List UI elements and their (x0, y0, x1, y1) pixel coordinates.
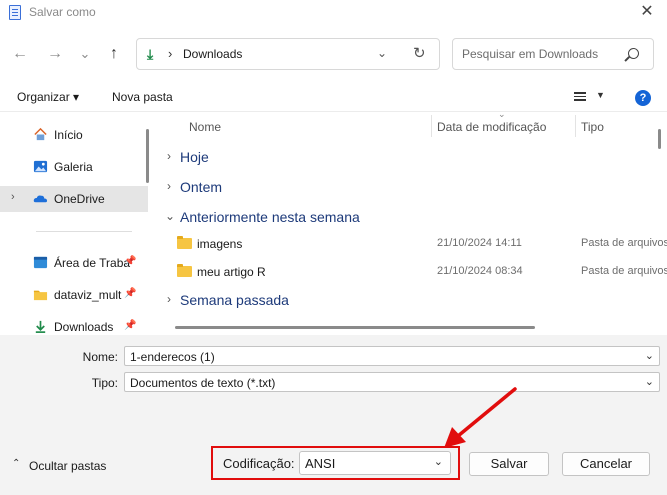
gallery-icon (33, 160, 48, 173)
file-type: Pasta de arquivos (581, 265, 667, 277)
chevron-down-icon[interactable]: ⌄ (645, 349, 654, 362)
group-header-semana-passada[interactable]: › Semana passada (157, 288, 657, 312)
list-item[interactable]: meu artigo R 21/10/2024 08:34 Pasta de a… (157, 259, 667, 285)
file-type: Pasta de arquivos (581, 237, 667, 249)
search-input[interactable]: Pesquisar em Downloads (462, 47, 598, 61)
organize-menu-button[interactable]: Organizar ▾ (17, 90, 79, 104)
encoding-value[interactable]: ANSI (305, 456, 335, 471)
search-icon[interactable] (628, 48, 639, 59)
sidebar-item-inicio[interactable]: Início (0, 122, 148, 148)
help-icon[interactable]: ? (635, 90, 651, 106)
sidebar-item-label: Downloads (54, 320, 114, 334)
desktop-icon (33, 256, 48, 269)
home-icon (34, 127, 47, 141)
hide-folders-button[interactable]: Ocultar pastas (29, 459, 106, 473)
file-type-value[interactable]: Documentos de texto (*.txt) (130, 376, 275, 390)
file-type-select[interactable]: Documentos de texto (*.txt) ⌄ (124, 372, 660, 392)
breadcrumb-downloads[interactable]: Downloads (183, 47, 242, 61)
file-date: 21/10/2024 08:34 (437, 265, 523, 277)
close-button[interactable]: ✕ (637, 2, 657, 22)
group-label: Semana passada (180, 292, 289, 308)
new-folder-button[interactable]: Nova pasta (112, 90, 173, 104)
horizontal-scrollbar[interactable] (175, 326, 535, 329)
sidebar-item-dataviz[interactable]: dataviz_mult 📌 (0, 282, 148, 308)
list-item[interactable]: imagens 21/10/2024 14:11 Pasta de arquiv… (157, 231, 667, 257)
type-label: Tipo: (91, 376, 118, 390)
file-list: Nome ⌄ Data de modificação Tipo › Hoje ›… (157, 109, 667, 335)
encoding-highlight-box: Codificação: ANSI ⌄ (211, 446, 460, 480)
dialog-footer: ⌃ Ocultar pastas Codificação: ANSI ⌄ Sal… (0, 435, 667, 495)
pin-icon: 📌 (124, 256, 137, 267)
column-header-type[interactable]: Tipo (581, 120, 604, 134)
save-button[interactable]: Salvar (469, 452, 549, 476)
folder-icon (33, 290, 48, 301)
onedrive-icon (33, 195, 48, 203)
chevron-right-icon: › (167, 292, 171, 306)
pin-icon: 📌 (124, 320, 137, 331)
column-header-name[interactable]: Nome (189, 120, 221, 134)
view-list-icon[interactable] (574, 92, 586, 102)
file-name: meu artigo R (197, 265, 266, 279)
file-name-field[interactable]: 1-enderecos (1) ⌄ (124, 346, 660, 366)
address-dropdown-button[interactable]: ⌄ (377, 46, 387, 60)
navigation-pane: Início Galeria › OneDrive Área de Traba … (0, 113, 156, 335)
sidebar-item-label: Início (54, 128, 83, 142)
sort-indicator-icon: ⌄ (498, 109, 506, 119)
sidebar-item-desktop[interactable]: Área de Traba 📌 (0, 250, 148, 276)
sidebar-item-onedrive[interactable]: › OneDrive (0, 186, 148, 212)
column-divider[interactable] (431, 115, 432, 137)
recent-locations-button[interactable]: ⌄ (74, 43, 96, 65)
group-label: Hoje (180, 149, 209, 165)
chevron-down-icon[interactable]: ⌄ (434, 455, 443, 468)
folder-icon (177, 264, 192, 277)
file-date: 21/10/2024 14:11 (437, 237, 522, 249)
sidebar-item-label: Galeria (54, 160, 93, 174)
sidebar-scrollbar[interactable] (146, 129, 149, 183)
chevron-up-icon[interactable]: ⌃ (12, 458, 20, 469)
pin-icon: 📌 (124, 288, 137, 299)
back-button[interactable]: ← (9, 43, 31, 65)
chevron-down-icon[interactable]: ⌄ (645, 375, 654, 388)
sidebar-divider (36, 231, 132, 232)
cancel-button[interactable]: Cancelar (562, 452, 650, 476)
navigation-bar: ← → ⌄ ↑ ⤓ › Downloads ⌄ ↻ Pesquisar em D… (0, 26, 667, 84)
vertical-scrollbar[interactable] (658, 129, 661, 149)
column-header-row: Nome ⌄ Data de modificação Tipo (157, 109, 667, 141)
up-button[interactable]: ↑ (103, 43, 125, 65)
column-divider[interactable] (575, 115, 576, 137)
group-header-ontem[interactable]: › Ontem (157, 175, 657, 199)
notepad-icon (9, 5, 21, 20)
window-title: Salvar como (29, 5, 96, 19)
group-header-anteriormente[interactable]: ⌄ Anteriormente nesta semana (157, 205, 657, 229)
refresh-button[interactable]: ↻ (413, 44, 426, 62)
sidebar-item-label: OneDrive (54, 192, 105, 206)
encoding-select[interactable]: ANSI ⌄ (299, 451, 451, 475)
column-header-date[interactable]: Data de modificação (437, 120, 546, 134)
sidebar-item-label: dataviz_mult (54, 288, 122, 302)
group-label: Anteriormente nesta semana (180, 209, 360, 225)
sidebar-item-label: Área de Traba (54, 256, 131, 270)
encoding-label: Codificação: (223, 456, 295, 471)
chevron-right-icon: › (167, 179, 171, 193)
downloads-icon: ⤓ (147, 46, 154, 62)
name-label: Nome: (82, 350, 118, 364)
chevron-down-icon: ⌄ (165, 209, 176, 223)
forward-button[interactable]: → (44, 43, 66, 65)
folder-icon (177, 236, 192, 249)
command-bar: Organizar ▾ Nova pasta ▼ ? (0, 84, 667, 112)
search-box[interactable]: Pesquisar em Downloads (452, 38, 654, 70)
group-header-hoje[interactable]: › Hoje (157, 145, 657, 169)
breadcrumb-separator: › (168, 46, 173, 61)
chevron-right-icon[interactable]: › (11, 191, 15, 203)
file-name-value[interactable]: 1-enderecos (1) (130, 350, 215, 364)
file-name: imagens (197, 237, 243, 251)
chevron-right-icon: › (167, 149, 171, 163)
address-bar[interactable]: ⤓ › Downloads ⌄ ↻ (136, 38, 440, 70)
save-form: Nome: 1-enderecos (1) ⌄ Tipo: Documentos… (0, 335, 667, 435)
group-label: Ontem (180, 179, 223, 195)
sidebar-item-galeria[interactable]: Galeria (0, 154, 148, 180)
view-dropdown-button[interactable]: ▼ (596, 90, 605, 100)
downloads-icon (35, 320, 46, 333)
title-bar: Salvar como ✕ (0, 0, 667, 26)
